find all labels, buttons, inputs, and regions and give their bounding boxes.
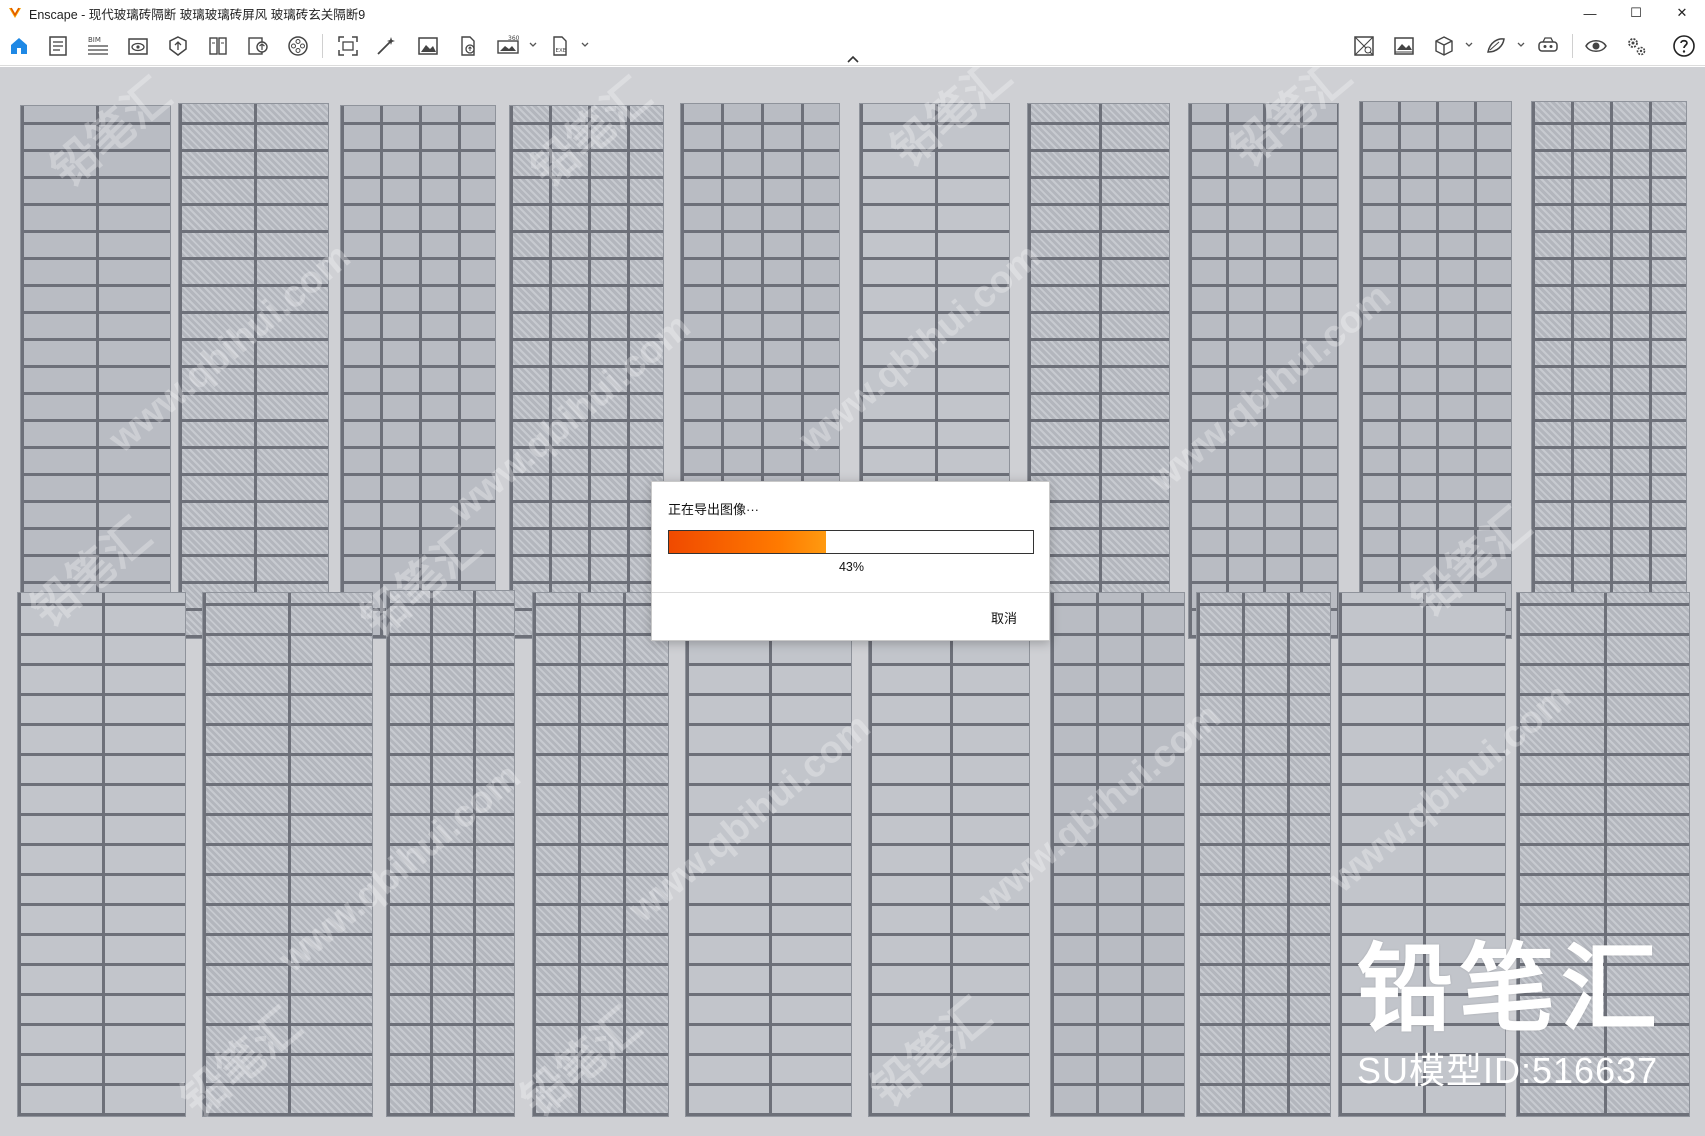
- video-button[interactable]: [284, 32, 312, 60]
- window-controls: — ☐ ✕: [1567, 0, 1705, 26]
- dialog-title: 正在导出图像···: [668, 502, 759, 517]
- bim-button[interactable]: BIM: [84, 32, 112, 60]
- glass-brick-panel: [1188, 103, 1339, 639]
- glass-brick-panel: [685, 592, 852, 1117]
- svg-text:BIM: BIM: [88, 36, 101, 44]
- export-icon: [461, 36, 475, 56]
- vr-icon: [1538, 37, 1558, 52]
- progress-fill: [669, 531, 826, 553]
- gallery-button[interactable]: [1390, 32, 1418, 60]
- glass-brick-panel: [178, 103, 329, 639]
- glass-brick-panel: [1196, 592, 1331, 1117]
- document-icon: [49, 36, 67, 56]
- screenshot-icon: [338, 36, 358, 56]
- maximize-button[interactable]: ☐: [1613, 0, 1659, 26]
- glass-brick-panel: [20, 105, 171, 639]
- home-button[interactable]: [5, 32, 33, 60]
- glass-brick-panel: [532, 592, 669, 1117]
- toolbar-separator: [1572, 34, 1573, 58]
- cube-dropdown-icon[interactable]: [1464, 40, 1474, 50]
- exe-dropdown-icon[interactable]: [580, 40, 590, 50]
- gallery-icon: [1394, 37, 1414, 55]
- screenshot-button[interactable]: [334, 32, 362, 60]
- minimize-button[interactable]: —: [1567, 0, 1613, 26]
- window-title: Enscape - 现代玻璃砖隔断 玻璃玻璃砖屏风 玻璃砖玄关隔断9: [29, 7, 366, 22]
- library-button[interactable]: [204, 32, 232, 60]
- bim-icon: BIM: [88, 36, 108, 55]
- map-icon: [1354, 36, 1374, 56]
- library-icon: [209, 37, 227, 55]
- export-button[interactable]: [454, 32, 482, 60]
- eye-button[interactable]: [1582, 32, 1610, 60]
- map-button[interactable]: [1350, 32, 1378, 60]
- vr-button[interactable]: [1534, 32, 1562, 60]
- title-bar: Enscape - 现代玻璃砖隔断 玻璃玻璃砖屏风 玻璃砖玄关隔断9 — ☐ ✕: [0, 0, 1705, 26]
- exe-export-icon: EXE: [553, 36, 567, 56]
- exe-export-button[interactable]: EXE: [546, 32, 574, 60]
- video-icon: [288, 36, 308, 56]
- progress-percent: 43%: [838, 560, 865, 574]
- panorama-dropdown-icon[interactable]: [528, 40, 538, 50]
- cube-icon: [1435, 36, 1453, 56]
- magic-button[interactable]: [372, 32, 400, 60]
- material-dropdown-icon[interactable]: [1516, 40, 1526, 50]
- material-icon: [1487, 38, 1505, 53]
- settings-icon: [1628, 38, 1646, 56]
- cancel-button[interactable]: 取消: [991, 608, 1017, 627]
- home-icon: [11, 38, 27, 54]
- progress-bar: [668, 530, 1034, 554]
- glass-brick-panel: [1531, 101, 1687, 639]
- help-button[interactable]: [1670, 32, 1698, 60]
- glass-brick-panel: [868, 592, 1030, 1117]
- upload-icon: [248, 37, 268, 55]
- glass-brick-panel: [1516, 592, 1690, 1117]
- material-button[interactable]: [1482, 32, 1510, 60]
- help-icon: [1673, 35, 1695, 57]
- glass-brick-panel: [1359, 101, 1512, 639]
- glass-brick-panel: [202, 592, 373, 1117]
- asset-button[interactable]: [164, 32, 192, 60]
- glass-brick-panel: [1338, 592, 1506, 1117]
- image-button[interactable]: [414, 32, 442, 60]
- view-button[interactable]: [124, 32, 152, 60]
- enscape-logo-icon: [9, 7, 21, 18]
- dialog-divider: [652, 592, 1049, 593]
- glass-brick-panel: [386, 590, 515, 1117]
- document-button[interactable]: [44, 32, 72, 60]
- svg-text:360: 360: [508, 35, 520, 42]
- glass-brick-panel: [340, 105, 496, 639]
- image-icon: [418, 37, 438, 55]
- view-icon: [128, 38, 148, 55]
- glass-brick-panel: [509, 105, 664, 639]
- export-progress-dialog: 正在导出图像··· 43% 取消: [651, 481, 1050, 641]
- glass-brick-panel: [17, 592, 186, 1117]
- svg-text:EXE: EXE: [556, 48, 567, 54]
- upload-button[interactable]: [244, 32, 272, 60]
- glass-brick-panel: [1050, 592, 1185, 1117]
- close-button[interactable]: ✕: [1659, 0, 1705, 26]
- asset-icon: [169, 36, 187, 56]
- magic-icon: [377, 37, 395, 55]
- collapse-toolbar-icon[interactable]: [846, 54, 860, 64]
- panorama-360-icon: 360: [497, 35, 520, 54]
- eye-icon: [1585, 40, 1607, 52]
- toolbar-separator: [322, 34, 323, 58]
- cube-button[interactable]: [1430, 32, 1458, 60]
- settings-button[interactable]: [1622, 32, 1650, 60]
- panorama-button[interactable]: 360: [494, 32, 522, 60]
